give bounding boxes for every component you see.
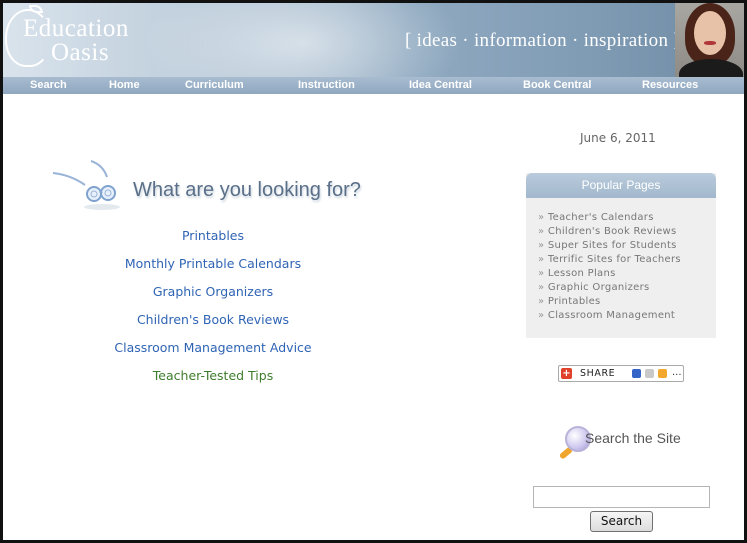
list-item[interactable]: » Printables [538, 296, 716, 310]
page-heading: What are you looking for? [133, 179, 361, 201]
photo-body [679, 59, 743, 77]
list-item[interactable]: » Graphic Organizers [538, 282, 716, 296]
current-date: June 6, 2011 [580, 131, 656, 145]
main-nav: Search Home Curriculum Instruction Idea … [3, 77, 744, 94]
link-graphic-organizers[interactable]: Graphic Organizers [63, 283, 363, 311]
list-item[interactable]: » Lesson Plans [538, 268, 716, 282]
windows-icon [658, 369, 667, 378]
nav-instruction[interactable]: Instruction [298, 79, 355, 91]
header-photo [675, 3, 744, 77]
list-item[interactable]: » Classroom Management [538, 310, 716, 324]
link-monthly-calendars[interactable]: Monthly Printable Calendars [63, 255, 363, 283]
site-tagline: [ ideas · information · inspiration ] [405, 30, 680, 51]
link-classroom-management[interactable]: Classroom Management Advice [63, 339, 363, 367]
site-header: Education Oasis [ ideas · information · … [3, 3, 744, 77]
digg-icon [645, 369, 654, 378]
nav-curriculum[interactable]: Curriculum [185, 79, 244, 91]
search-title-text: Search the Site [585, 430, 681, 446]
list-item[interactable]: » Super Sites for Students [538, 240, 716, 254]
browser-frame: Education Oasis [ ideas · information · … [0, 0, 747, 543]
list-item[interactable]: » Children's Book Reviews [538, 226, 716, 240]
share-label: SHARE [580, 368, 616, 379]
search-button[interactable]: Search [590, 511, 653, 532]
popular-pages-list: » Teacher's Calendars » Children's Book … [526, 198, 716, 324]
glasses-icon [52, 160, 120, 210]
nav-idea-central[interactable]: Idea Central [409, 79, 472, 91]
nav-search[interactable]: Search [30, 79, 67, 91]
more-share-icon: ... [672, 367, 682, 378]
list-item[interactable]: » Terrific Sites for Teachers [538, 254, 716, 268]
search-heading: Search the Site [558, 423, 711, 463]
delicious-icon [632, 369, 641, 378]
nav-home[interactable]: Home [109, 79, 140, 91]
site-logo[interactable]: Education Oasis [5, 5, 145, 75]
logo-text-line2: Oasis [51, 39, 110, 66]
popular-pages-box: Popular Pages » Teacher's Calendars » Ch… [526, 173, 716, 338]
photo-lips [704, 41, 716, 45]
quick-links: Printables Monthly Printable Calendars G… [63, 227, 363, 395]
nav-book-central[interactable]: Book Central [523, 79, 591, 91]
plus-icon: + [561, 368, 572, 379]
link-book-reviews[interactable]: Children's Book Reviews [63, 311, 363, 339]
share-button[interactable]: + SHARE ... [558, 365, 684, 382]
popular-pages-title: Popular Pages [526, 173, 716, 198]
photo-face [694, 11, 726, 55]
list-item[interactable]: » Teacher's Calendars [538, 212, 716, 226]
link-teacher-tips[interactable]: Teacher-Tested Tips [63, 367, 363, 395]
search-input[interactable] [533, 486, 710, 508]
link-printables[interactable]: Printables [63, 227, 363, 255]
nav-resources[interactable]: Resources [642, 79, 698, 91]
